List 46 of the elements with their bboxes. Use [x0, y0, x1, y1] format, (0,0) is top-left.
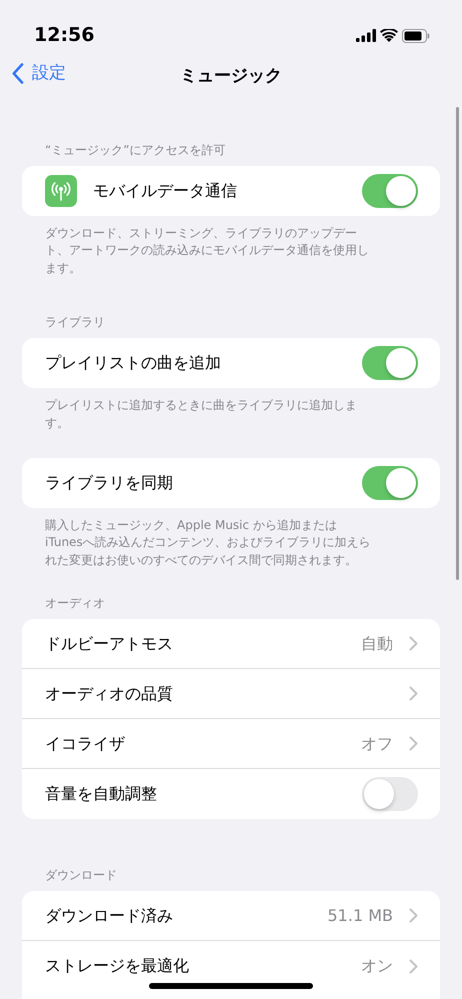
toggle-switch[interactable]	[362, 777, 418, 812]
wifi-icon	[380, 29, 398, 42]
row-value: オフ	[361, 732, 393, 755]
row-label: ドルビーアトモス	[45, 632, 174, 655]
settings-row[interactable]: ドルビーアトモス 自動	[22, 619, 440, 670]
section-footer: プレイリストに追加するときに曲をライブラリに追加します。	[0, 388, 425, 432]
section-header: ライブラリ	[44, 314, 106, 332]
row-value: オン	[361, 955, 393, 978]
settings-row[interactable]: ダウンロード済み 51.1 MB	[22, 891, 440, 942]
row-label: ライブラリを同期	[45, 472, 174, 494]
page-title: ミュージック	[180, 65, 282, 88]
toggle-switch[interactable]	[362, 346, 418, 380]
back-button[interactable]: 設定	[12, 61, 66, 86]
section-footer: 購入したミュージック、Apple Music から追加またはiTunesへ読み込んだコンテンツ、およびライブラリに加えられた変更はお使いのすべてのデバイス間で同期されます。	[0, 508, 425, 570]
toggle-switch[interactable]	[362, 174, 418, 208]
chevron-right-icon	[409, 686, 418, 702]
chevron-right-icon	[409, 908, 418, 924]
battery-icon	[402, 28, 430, 42]
row-value: 自動	[361, 632, 393, 655]
settings-row[interactable]: イコライザ オフ	[22, 719, 440, 770]
row-label: ダウンロード済み	[45, 904, 174, 927]
status-time: 12:56	[34, 23, 94, 48]
row-label: ストレージを最適化	[45, 955, 190, 978]
chevron-right-icon	[409, 636, 418, 652]
section-header: “ミュージック”にアクセスを許可	[44, 142, 226, 159]
row-label: モバイルデータ通信	[93, 180, 238, 202]
row-label: プレイリストの曲を追加	[45, 352, 222, 374]
section-header: オーディオ	[44, 595, 106, 612]
section-header: ダウンロード	[44, 867, 118, 884]
chevron-right-icon	[409, 736, 418, 752]
back-label: 設定	[32, 62, 66, 85]
signal-icon	[356, 29, 376, 42]
settings-row[interactable]: プレイリストの曲を追加	[22, 338, 440, 388]
settings-row[interactable]: ストレージを最適化 オン	[22, 941, 440, 992]
section-footer: ダウンロード、ストリーミング、ライブラリのアップデート、アートワークの読み込みにモバイルデータ通信を使用します。	[0, 216, 425, 278]
settings-row[interactable]: ライブラリを同期	[22, 458, 440, 508]
settings-row[interactable]: オーディオの品質	[22, 669, 440, 720]
row-label: イコライザ	[45, 732, 126, 755]
toggle-switch[interactable]	[362, 466, 418, 500]
settings-row[interactable]: 音量を自動調整	[22, 769, 440, 820]
row-label: オーディオの品質	[45, 682, 174, 705]
settings-row[interactable]: モバイルデータ通信	[22, 166, 440, 216]
chevron-left-icon	[12, 63, 24, 84]
row-label: 音量を自動調整	[45, 783, 158, 806]
row-value: 51.1 MB	[328, 904, 393, 927]
chevron-right-icon	[409, 958, 418, 974]
